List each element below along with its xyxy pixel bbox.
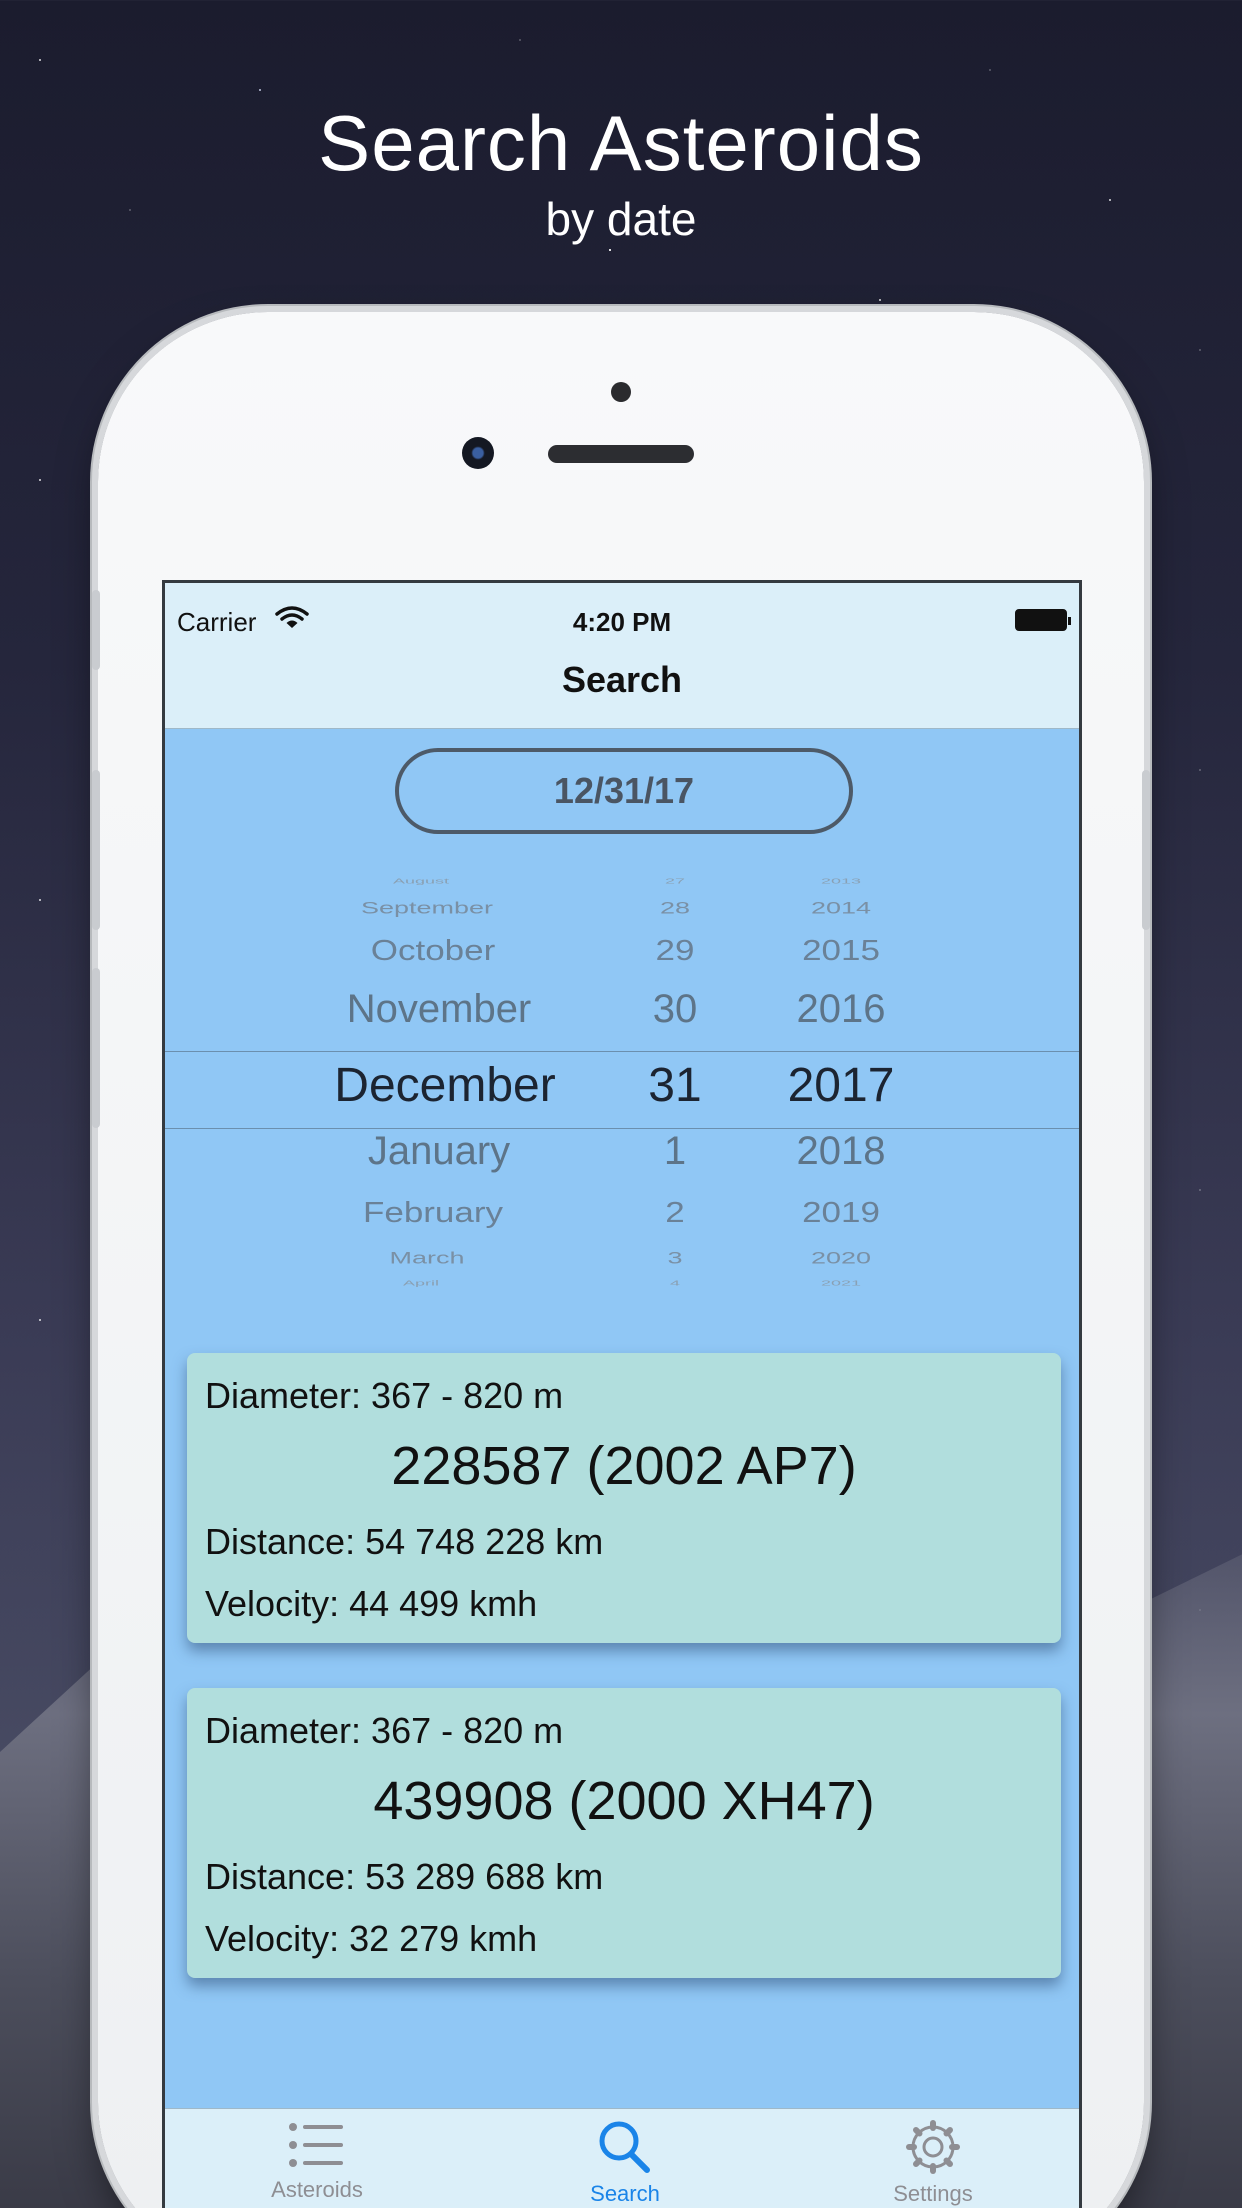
navigation-bar: Carrier 4:20 PM Search	[165, 583, 1079, 729]
asteroid-name: 228587 (2002 AP7)	[391, 1436, 857, 1496]
tab-label: Settings	[893, 2181, 973, 2206]
status-time: 4:20 PM	[572, 607, 672, 637]
picker-month: September	[360, 899, 494, 918]
distance-label: Distance: 54 748 228 km	[205, 1521, 604, 1562]
asteroid-card[interactable]: Diameter: 367 - 820 m 228587 (2002 AP7) …	[187, 1353, 1061, 1643]
battery-icon	[1015, 609, 1071, 631]
picker-year: 2019	[802, 1196, 880, 1229]
picker-month: April	[402, 1279, 440, 1288]
velocity-label: Velocity: 32 279 kmh	[205, 1918, 538, 1959]
date-field[interactable]: 12/31/17	[395, 748, 853, 834]
tab-bar: Asteroids Search Settings	[165, 2108, 1079, 2208]
picker-year: 2018	[796, 1129, 886, 1173]
earpiece-speaker	[548, 445, 694, 463]
tab-label: Asteroids	[271, 2177, 363, 2202]
app-screen: Carrier 4:20 PM Search 12/31/17 August 27…	[162, 580, 1082, 2208]
picker-selection-band	[165, 1051, 1079, 1129]
asteroid-card[interactable]: Diameter: 367 - 820 m 439908 (2000 XH47)…	[187, 1688, 1061, 1978]
tab-search[interactable]: Search	[545, 2119, 705, 2207]
picker-year: 2013	[820, 877, 862, 886]
picker-day: 27	[664, 877, 686, 886]
hero-subtitle: by date	[545, 193, 697, 245]
tab-label: Search	[590, 2181, 660, 2206]
picker-month: November	[346, 987, 532, 1031]
tab-settings[interactable]: Settings	[853, 2119, 1013, 2207]
velocity-label: Velocity: 44 499 kmh	[205, 1583, 538, 1624]
diameter-label: Diameter: 367 - 820 m	[205, 1375, 564, 1416]
picker-day: 30	[652, 987, 698, 1031]
mute-switch	[92, 590, 100, 670]
page-title: Search	[561, 659, 683, 700]
hero-title: Search Asteroids	[318, 99, 924, 187]
list-icon	[289, 2123, 343, 2167]
picker-month: August	[392, 877, 450, 886]
picker-year: 2016	[796, 987, 886, 1031]
picker-year: 2020	[810, 1249, 872, 1268]
diameter-label: Diameter: 367 - 820 m	[205, 1710, 564, 1751]
picker-day: 1	[663, 1129, 687, 1173]
date-picker[interactable]: August 27 2013 September 28 2014 October 29 2015…	[165, 877, 1079, 1287]
picker-day: 4	[669, 1279, 681, 1288]
volume-up-button	[92, 770, 100, 930]
proximity-sensor	[611, 382, 631, 402]
gear-icon	[906, 2120, 960, 2174]
asteroid-name: 439908 (2000 XH47)	[373, 1771, 875, 1831]
picker-year: 2017	[787, 1059, 895, 1112]
status-bar: Carrier 4:20 PM	[165, 595, 1079, 637]
power-button	[1142, 770, 1150, 930]
distance-label: Distance: 53 289 688 km	[205, 1856, 604, 1897]
tab-asteroids[interactable]: Asteroids	[237, 2119, 397, 2203]
front-camera	[462, 437, 494, 469]
picker-day: 2	[665, 1196, 685, 1229]
picker-month: October	[370, 934, 496, 967]
search-icon	[599, 2121, 650, 2173]
picker-year: 2015	[802, 934, 880, 967]
picker-day: 31	[648, 1059, 702, 1112]
picker-year: 2014	[810, 899, 872, 918]
picker-month: December	[334, 1059, 556, 1112]
picker-month: February	[362, 1196, 504, 1229]
volume-down-button	[92, 968, 100, 1128]
picker-month: March	[389, 1249, 465, 1268]
picker-year: 2021	[820, 1279, 862, 1288]
picker-day: 28	[659, 899, 691, 918]
picker-day: 29	[655, 934, 695, 967]
picker-day: 3	[667, 1249, 683, 1268]
picker-month: January	[367, 1129, 511, 1173]
